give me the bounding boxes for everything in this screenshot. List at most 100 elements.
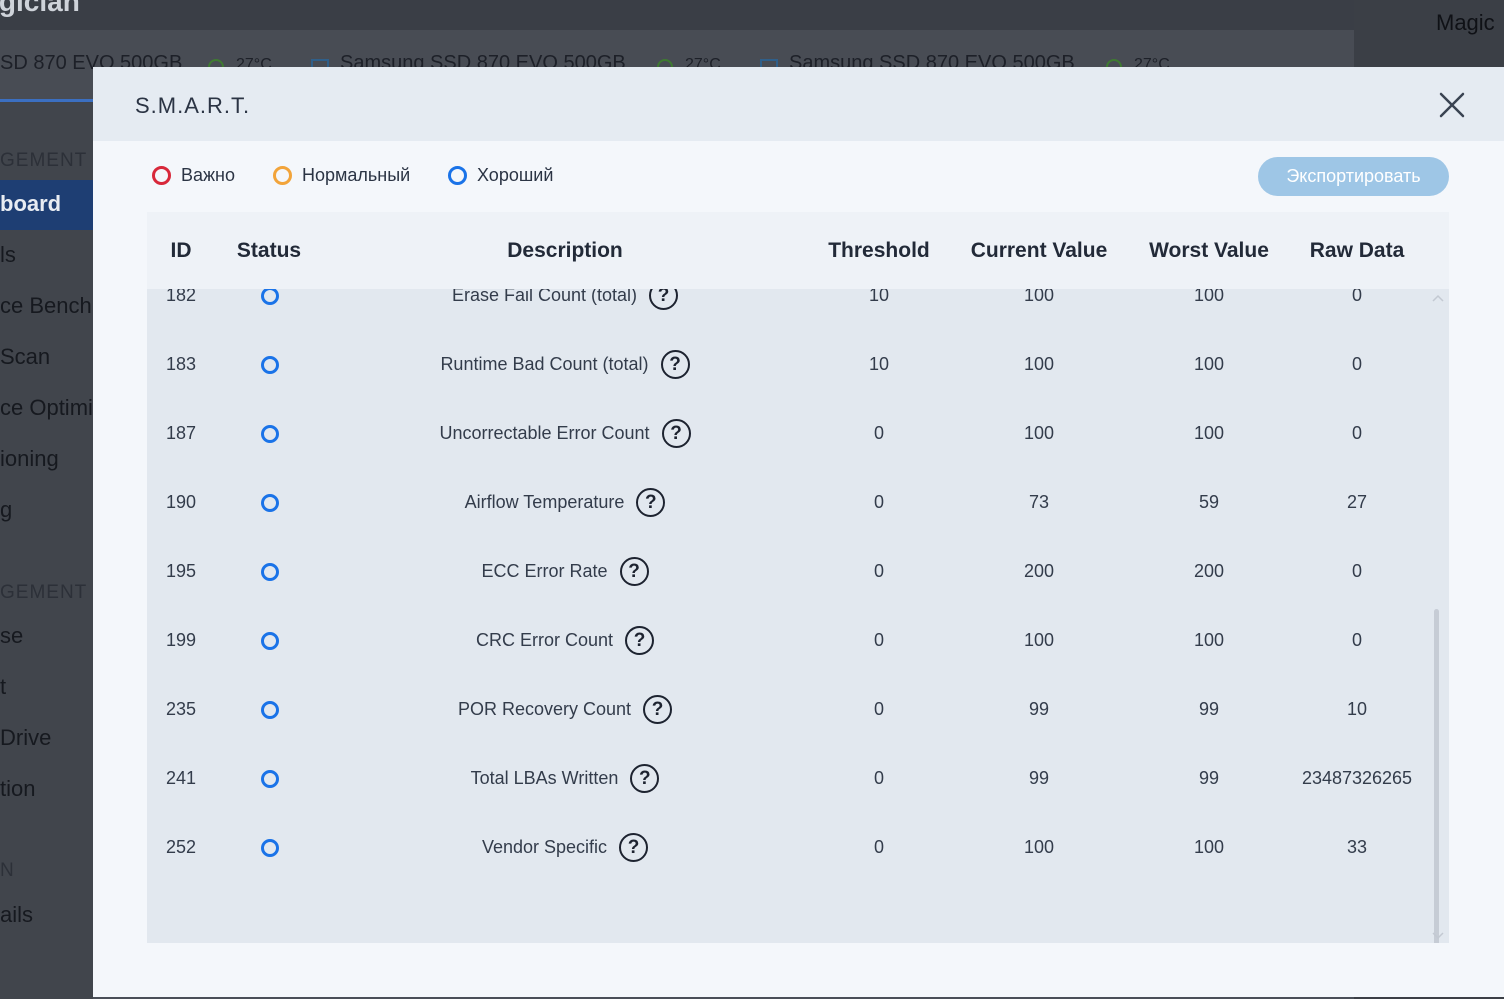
help-icon[interactable]: ? <box>660 350 690 379</box>
cell-current-value: 99 <box>1028 768 1050 788</box>
background-sidebar-section: GEMENT <box>0 582 88 603</box>
legend-label: Важно <box>181 165 236 185</box>
background-sidebar-item: Scan <box>0 344 51 369</box>
cell-raw-data: 0 <box>1351 561 1362 581</box>
help-icon[interactable]: ? <box>619 833 649 862</box>
column-header-raw-data: Raw Data <box>1309 239 1405 262</box>
cell-raw-data: 27 <box>1346 492 1368 512</box>
background-sidebar-item: se <box>0 623 24 648</box>
cell-current-value: 73 <box>1028 492 1050 512</box>
cell-id: 187 <box>165 423 197 443</box>
cell-current-value: 200 <box>1023 561 1055 581</box>
good-status-icon <box>448 166 467 185</box>
good-status-icon <box>261 632 279 650</box>
help-icon[interactable]: ? <box>619 557 649 586</box>
table-row: 235 POR Recovery Count? 0 99 99 10 <box>147 675 1449 744</box>
table-row: 190 Airflow Temperature? 0 73 59 27 <box>147 468 1449 537</box>
column-header-threshold: Threshold <box>828 239 930 262</box>
cell-id: 190 <box>165 492 197 512</box>
good-status-icon <box>261 287 279 305</box>
cell-id: 235 <box>165 699 197 719</box>
smart-table-header: ID Status Description Threshold Current … <box>147 212 1449 289</box>
description-text: Airflow Temperature <box>464 492 625 512</box>
cell-id: 241 <box>165 768 197 788</box>
cell-description: Runtime Bad Count (total)? <box>377 330 753 399</box>
background-sidebar-item: ce Optimi <box>0 395 93 420</box>
legend-normal: Нормальный <box>273 165 410 186</box>
column-header-id: ID <box>170 239 192 262</box>
help-icon[interactable]: ? <box>636 488 666 517</box>
cell-threshold: 0 <box>873 837 884 857</box>
background-sidebar-item: g <box>0 497 13 522</box>
good-status-icon <box>261 494 279 512</box>
cell-worst-value: 100 <box>1193 630 1225 650</box>
background-sidebar: GEMENT board ls ce Benchm Scan ce Optimi… <box>0 102 93 999</box>
cell-worst-value: 100 <box>1193 423 1225 443</box>
smart-dialog: S.M.A.R.T. Важно Нормальный Хороший Эксп… <box>93 67 1504 997</box>
good-status-icon <box>261 425 279 443</box>
dialog-title: S.M.A.R.T. <box>135 93 251 118</box>
help-icon[interactable]: ? <box>625 626 655 655</box>
description-text: Uncorrectable Error Count <box>439 423 650 443</box>
background-titlebar: Magician <box>0 0 1354 30</box>
critical-status-icon <box>152 166 171 185</box>
good-status-icon <box>261 701 279 719</box>
good-status-icon <box>261 770 279 788</box>
cell-threshold: 0 <box>873 492 884 512</box>
help-icon[interactable]: ? <box>630 764 660 793</box>
cell-raw-data: 33 <box>1346 837 1368 857</box>
scroll-down-icon[interactable] <box>1431 928 1445 942</box>
background-sidebar-item: ails <box>0 902 34 927</box>
legend-label: Нормальный <box>302 165 411 185</box>
cell-id: 199 <box>165 630 197 650</box>
background-sidebar-item: Drive <box>0 725 52 750</box>
table-row: 183 Runtime Bad Count (total)? 10 100 100 0 <box>147 330 1449 399</box>
column-header-current-value: Current Value <box>970 239 1108 262</box>
cell-worst-value: 99 <box>1198 699 1220 719</box>
cell-threshold: 0 <box>873 699 884 719</box>
background-sidebar-item: ce Benchm <box>0 293 93 318</box>
cell-description: Vendor Specific? <box>377 813 753 882</box>
scroll-up-icon[interactable] <box>1431 292 1445 306</box>
description-text: Total LBAs Written <box>470 768 619 788</box>
description-text: ECC Error Rate <box>481 561 608 581</box>
table-row: 187 Uncorrectable Error Count? 0 100 100 0 <box>147 399 1449 468</box>
background-sidebar-section: N <box>0 860 15 881</box>
normal-status-icon <box>273 166 292 185</box>
cell-raw-data: 0 <box>1351 423 1362 443</box>
help-icon[interactable]: ? <box>661 419 691 448</box>
background-right-title: Magic <box>1436 10 1495 35</box>
cell-threshold: 0 <box>873 630 884 650</box>
background-sidebar-section: GEMENT <box>0 150 88 171</box>
background-sidebar-item: t <box>0 674 7 699</box>
good-status-icon <box>261 563 279 581</box>
scrollbar-thumb[interactable] <box>1434 609 1439 943</box>
cell-id: 252 <box>165 837 197 857</box>
cell-threshold: 10 <box>868 354 890 374</box>
export-button[interactable]: Экспортировать <box>1258 157 1449 196</box>
cell-threshold: 0 <box>873 423 884 443</box>
cell-worst-value: 100 <box>1193 354 1225 374</box>
help-icon[interactable]: ? <box>643 695 673 724</box>
table-row: 241 Total LBAs Written? 0 99 99 23487326265 <box>147 744 1449 813</box>
legend-critical: Важно <box>152 165 235 186</box>
cell-threshold: 0 <box>873 768 884 788</box>
close-icon <box>1439 92 1465 118</box>
good-status-icon <box>261 839 279 857</box>
background-sidebar-item: tion <box>0 776 36 801</box>
background-sidebar-item: board <box>0 191 62 216</box>
cell-current-value: 100 <box>1023 423 1055 443</box>
close-button[interactable] <box>1436 89 1468 121</box>
cell-description: POR Recovery Count? <box>377 675 753 744</box>
scrollbar[interactable] <box>1429 289 1449 943</box>
description-text: CRC Error Count <box>475 630 614 650</box>
smart-table: 181Program Fail Count (total)?1010010001… <box>147 212 1449 943</box>
background-app-title: Magician <box>0 0 80 17</box>
cell-raw-data: 0 <box>1351 354 1362 374</box>
cell-description: Airflow Temperature? <box>377 468 753 537</box>
dialog-header: S.M.A.R.T. <box>93 67 1504 141</box>
cell-current-value: 100 <box>1023 354 1055 374</box>
cell-raw-data: 10 <box>1346 699 1368 719</box>
cell-description: Uncorrectable Error Count? <box>377 399 753 468</box>
cell-description: Total LBAs Written? <box>377 744 753 813</box>
